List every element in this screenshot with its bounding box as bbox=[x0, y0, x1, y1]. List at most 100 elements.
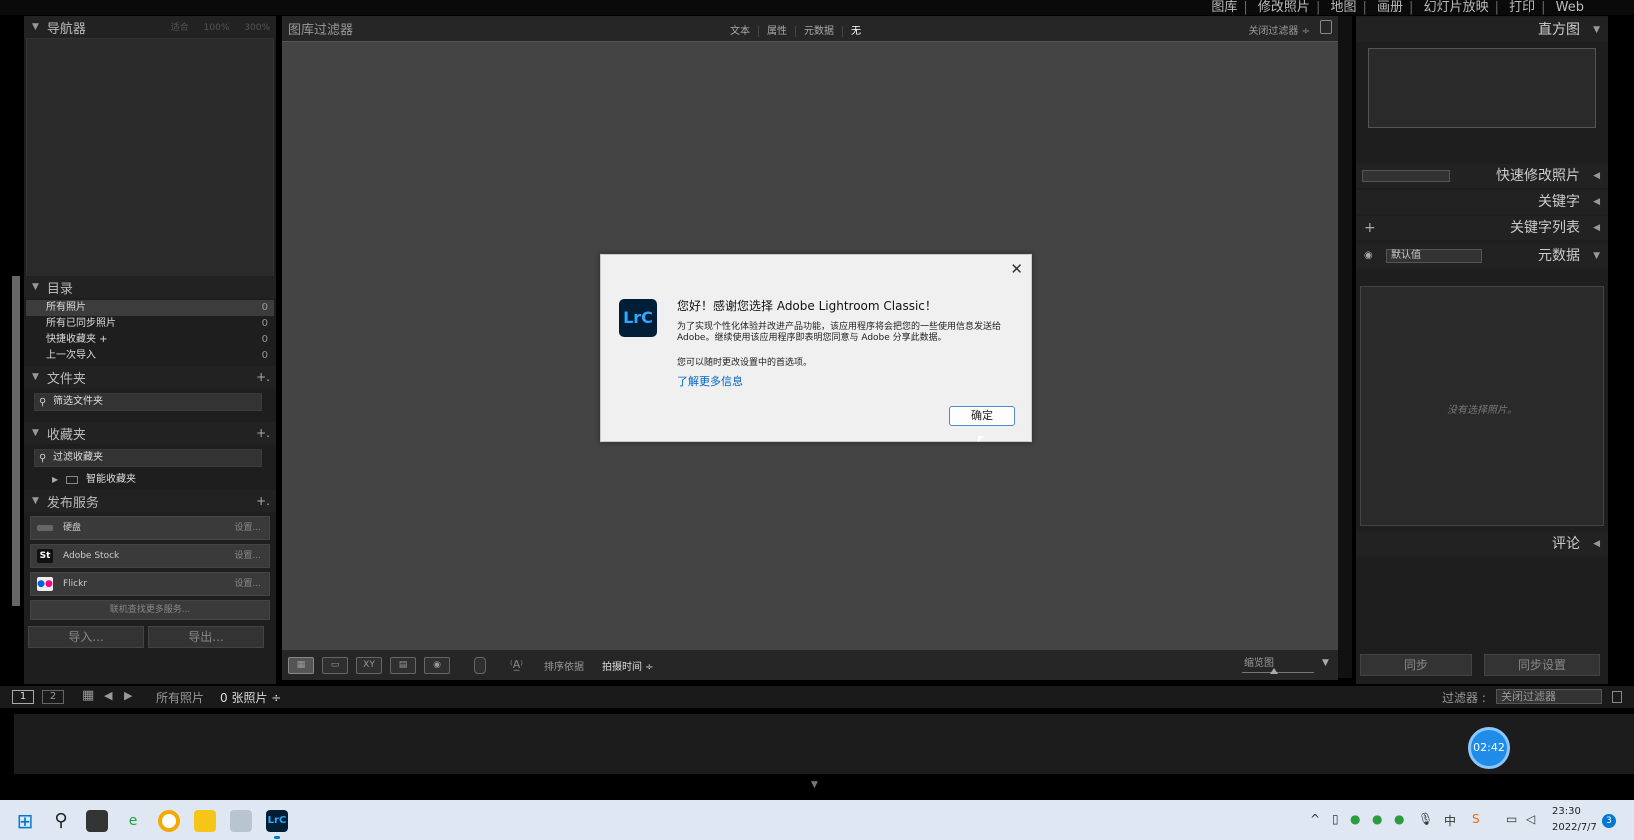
filter-tab-attribute[interactable]: 属性 bbox=[759, 26, 796, 37]
windows-start-icon[interactable]: ⊞ bbox=[14, 810, 36, 832]
grid-icon[interactable]: ▦ bbox=[82, 688, 94, 703]
ok-button[interactable]: 确定 bbox=[949, 406, 1015, 426]
spray-can-icon[interactable] bbox=[474, 657, 486, 674]
chevron-up-icon[interactable]: ^ bbox=[1310, 812, 1320, 826]
forward-arrow-icon[interactable]: ▶ bbox=[124, 689, 132, 702]
collections-filter-input[interactable]: ⚲ 过滤收藏夹 bbox=[34, 449, 262, 467]
chrome-icon[interactable] bbox=[158, 810, 180, 832]
window-1-button[interactable]: 1 bbox=[12, 690, 34, 704]
back-arrow-icon[interactable]: ◀ bbox=[104, 689, 112, 702]
metadata-header[interactable]: ◉ 默认值 元数据 ▼ bbox=[1356, 244, 1608, 268]
photo-count-dropdown[interactable]: 0 张照片 ÷ bbox=[220, 689, 281, 706]
zoom-300[interactable]: 300% bbox=[244, 23, 270, 33]
file-explorer-icon[interactable] bbox=[194, 810, 216, 832]
filter-tab-text[interactable]: 文本 bbox=[722, 26, 759, 37]
module-map[interactable]: 地图 bbox=[1330, 0, 1356, 15]
wechat-icon-3[interactable]: ● bbox=[1394, 812, 1404, 826]
survey-view-icon[interactable]: ▤ bbox=[390, 657, 416, 674]
module-book[interactable]: 画册 bbox=[1377, 0, 1403, 15]
folders-header[interactable]: ▼ 文件夹 +. bbox=[24, 366, 276, 388]
filmstrip-source[interactable]: 所有照片 bbox=[156, 689, 204, 706]
comments-header[interactable]: 评论 ◀ bbox=[1356, 532, 1608, 556]
catalog-item-previous-import[interactable]: 上一次导入 0 bbox=[26, 348, 274, 364]
keyword-list-header[interactable]: + 关键字列表 ◀ bbox=[1356, 216, 1608, 240]
slider-thumb-icon[interactable] bbox=[1270, 668, 1278, 674]
publish-adobe-stock[interactable]: St Adobe Stock 设置... bbox=[30, 544, 270, 568]
filmstrip-filter-dropdown[interactable]: 关闭过滤器 bbox=[1496, 689, 1602, 704]
lightroom-taskbar-icon[interactable]: LrC bbox=[266, 810, 288, 832]
loupe-view-icon[interactable]: ▭ bbox=[322, 657, 348, 674]
sync-button[interactable]: 同步 bbox=[1360, 654, 1472, 676]
module-slideshow[interactable]: 幻灯片放映 bbox=[1424, 0, 1489, 15]
saved-preset-dropdown[interactable] bbox=[1362, 170, 1450, 182]
add-publish-icon[interactable]: +. bbox=[256, 494, 270, 508]
module-library[interactable]: 图库 bbox=[1211, 0, 1237, 15]
publish-setup-link[interactable]: 设置... bbox=[234, 573, 261, 595]
browser-e-icon[interactable]: e bbox=[122, 810, 144, 832]
catalog-item-synced[interactable]: 所有已同步照片 0 bbox=[26, 316, 274, 332]
keywording-header[interactable]: 关键字 ◀ bbox=[1356, 190, 1608, 214]
close-icon[interactable]: ✕ bbox=[1010, 260, 1023, 278]
lock-icon[interactable] bbox=[1320, 20, 1332, 34]
wechat-icon[interactable]: ● bbox=[1350, 812, 1360, 826]
publish-flickr[interactable]: ●● Flickr 设置... bbox=[30, 572, 270, 596]
clock-time[interactable]: 23:30 bbox=[1552, 806, 1581, 817]
network-icon[interactable]: ▭ bbox=[1506, 812, 1517, 826]
navigator-preview[interactable] bbox=[26, 38, 274, 286]
module-develop[interactable]: 修改照片 bbox=[1258, 0, 1310, 15]
export-button[interactable]: 导出... bbox=[148, 626, 264, 648]
wechat-icon-2[interactable]: ● bbox=[1372, 812, 1382, 826]
catalog-header[interactable]: ▼ 目录 bbox=[24, 276, 276, 298]
sync-settings-button[interactable]: 同步设置 bbox=[1484, 654, 1600, 676]
collections-header[interactable]: ▼ 收藏夹 +. bbox=[24, 422, 276, 444]
zoom-fit[interactable]: 适合 bbox=[171, 23, 189, 33]
grid-view-icon[interactable]: ▦ bbox=[288, 657, 314, 674]
toolbar-menu-chevron-down-icon[interactable]: ▼ bbox=[1322, 658, 1329, 668]
recording-timer[interactable]: 02:42 bbox=[1468, 727, 1510, 769]
compare-view-icon[interactable]: XY bbox=[356, 657, 382, 674]
publish-hard-drive[interactable]: 硬盘 设置... bbox=[30, 516, 270, 540]
sogou-icon[interactable]: S bbox=[1472, 812, 1480, 826]
chevron-down-icon[interactable]: ▼ bbox=[811, 780, 818, 790]
search-icon[interactable]: ⚲ bbox=[50, 810, 72, 832]
sort-direction-icon[interactable]: ⁽A̲⁾ bbox=[510, 658, 523, 671]
histogram-header[interactable]: 直方图 ▼ bbox=[1356, 18, 1608, 42]
zoom-100[interactable]: 100% bbox=[204, 23, 230, 33]
clock-date[interactable]: 2022/7/7 bbox=[1552, 822, 1597, 833]
module-print[interactable]: 打印 bbox=[1509, 0, 1535, 15]
import-button[interactable]: 导入... bbox=[28, 626, 144, 648]
sort-dropdown[interactable]: 拍摄时间 ÷ bbox=[602, 658, 654, 673]
add-keyword-icon[interactable]: + bbox=[1364, 216, 1376, 240]
thumbnail-size-slider[interactable] bbox=[1242, 672, 1314, 673]
task-view-icon[interactable] bbox=[86, 810, 108, 832]
people-view-icon[interactable]: ◉ bbox=[424, 657, 450, 674]
publish-header[interactable]: ▼ 发布服务 +. bbox=[24, 490, 276, 512]
notepad-icon[interactable] bbox=[230, 810, 252, 832]
metadata-preset-dropdown[interactable]: 默认值 bbox=[1386, 249, 1482, 263]
volume-icon[interactable]: ◁ bbox=[1526, 812, 1535, 826]
usb-icon[interactable]: ▯ bbox=[1332, 812, 1339, 826]
smart-collections-row[interactable]: ▶ 智能收藏夹 bbox=[26, 472, 274, 488]
filter-preset-dropdown[interactable]: 关闭过滤器 ÷ bbox=[1248, 22, 1310, 37]
filter-tab-none[interactable]: 无 bbox=[843, 26, 869, 37]
ime-indicator[interactable]: 中 bbox=[1444, 812, 1456, 829]
find-more-services-button[interactable]: 联机查找更多服务... bbox=[30, 600, 270, 620]
add-folder-icon[interactable]: +. bbox=[256, 370, 270, 384]
filmstrip[interactable] bbox=[14, 714, 1634, 774]
microphone-icon[interactable]: 🎙 bbox=[1418, 812, 1433, 826]
left-panel-scrollbar[interactable] bbox=[12, 276, 20, 606]
publish-setup-link[interactable]: 设置... bbox=[234, 545, 261, 567]
add-collection-icon[interactable]: +. bbox=[256, 426, 270, 440]
learn-more-link[interactable]: 了解更多信息 bbox=[677, 373, 743, 389]
filter-tab-metadata[interactable]: 元数据 bbox=[796, 26, 843, 37]
catalog-item-quick-collection[interactable]: 快捷收藏夹 + 0 bbox=[26, 332, 274, 348]
window-2-button[interactable]: 2 bbox=[42, 690, 64, 704]
quick-develop-header[interactable]: 快速修改照片 ◀ bbox=[1356, 164, 1608, 188]
navigator-header[interactable]: ▼ 导航器 适合 100% 300% bbox=[24, 16, 276, 38]
module-web[interactable]: Web bbox=[1556, 0, 1584, 15]
folders-filter-input[interactable]: ⚲ 筛选文件夹 bbox=[34, 393, 262, 411]
publish-setup-link[interactable]: 设置... bbox=[234, 517, 261, 539]
notification-badge[interactable]: 3 bbox=[1602, 814, 1616, 828]
lock-icon[interactable] bbox=[1612, 691, 1622, 703]
catalog-item-all-photos[interactable]: 所有照片 0 bbox=[26, 300, 274, 316]
